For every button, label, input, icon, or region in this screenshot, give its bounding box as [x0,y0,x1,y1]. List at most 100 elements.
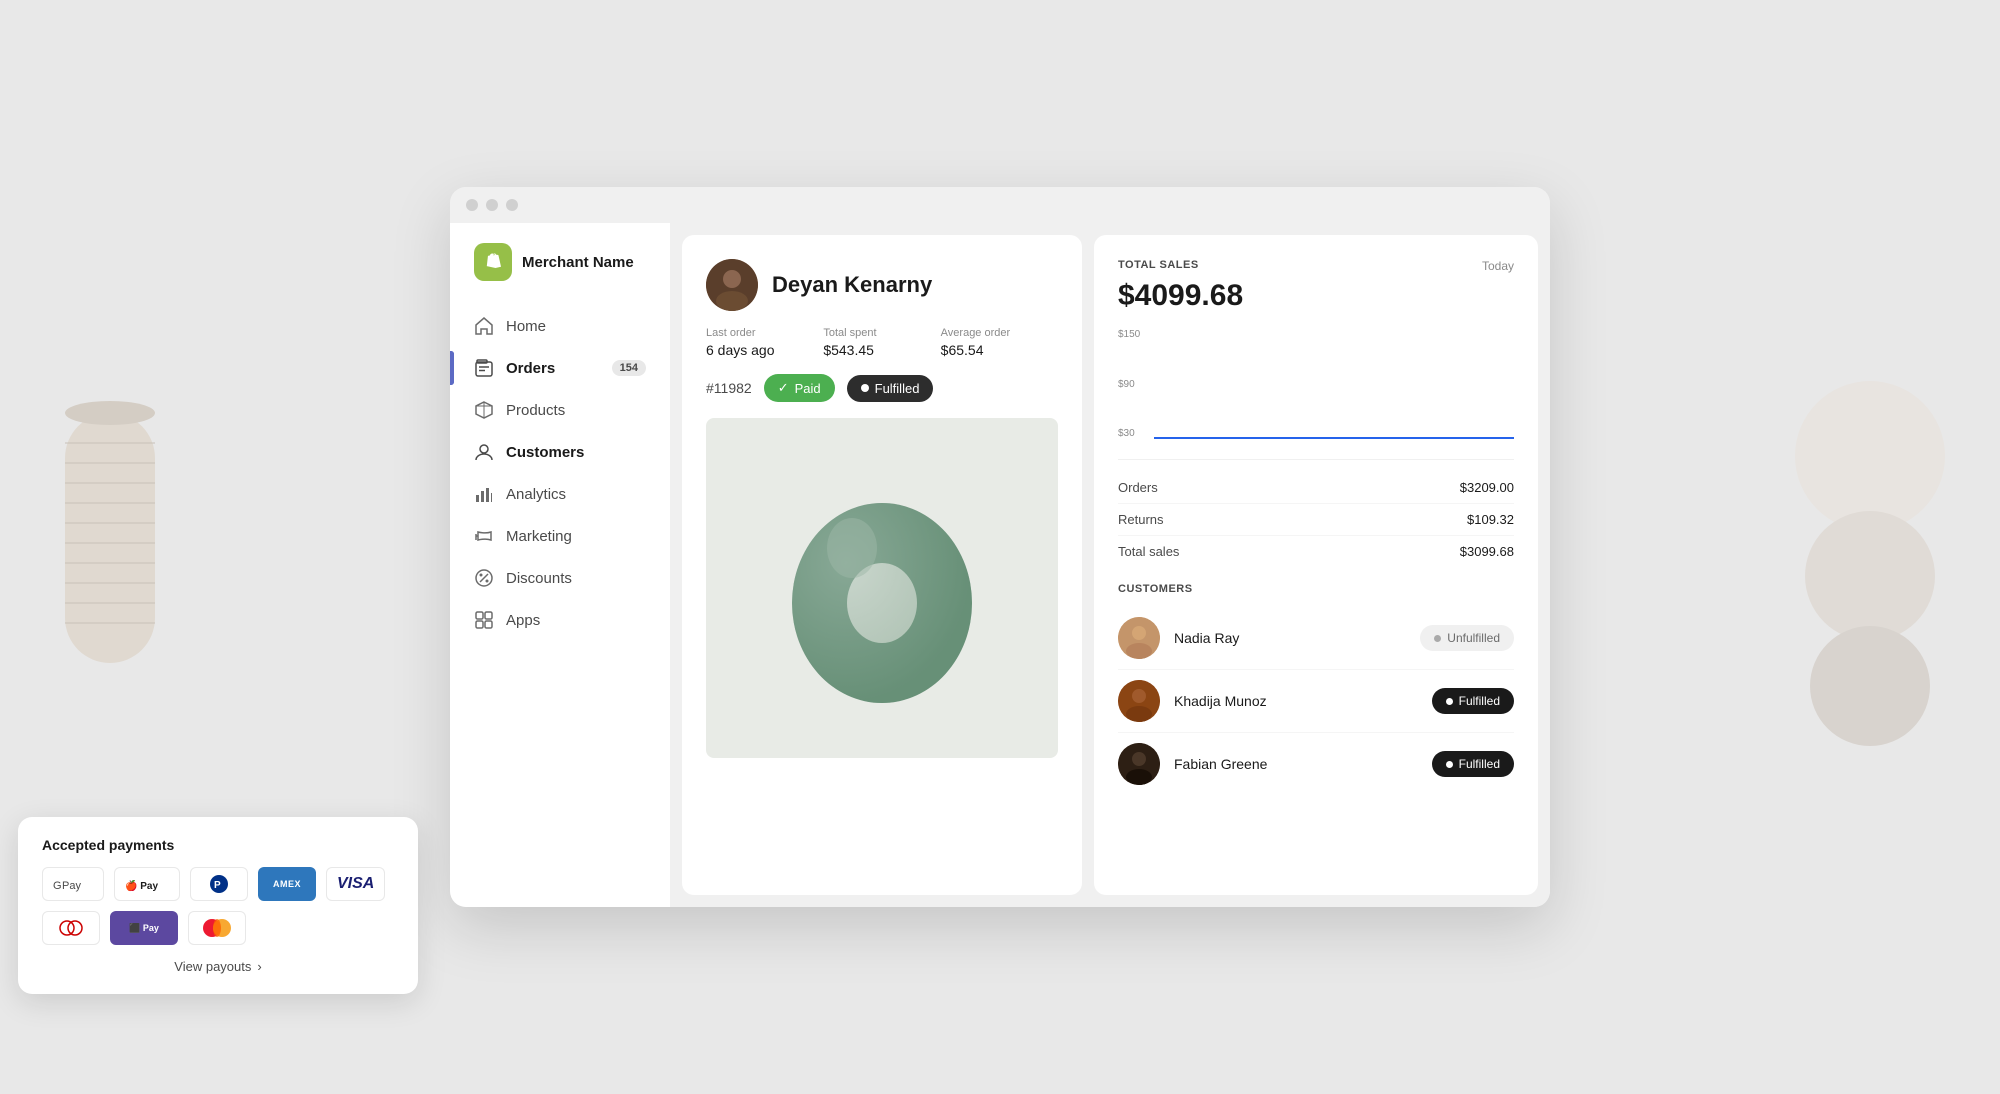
sales-row-total: Total sales $3099.68 [1118,536,1514,567]
total-spent-label: Total spent [823,327,940,339]
orders-label: Orders [1118,480,1158,495]
status-paid-badge[interactable]: ✓ Paid [764,374,835,402]
orders-badge: 154 [612,360,646,376]
sidebar: Merchant Name Home Orders 15 [450,223,670,907]
khadija-fulfillment-badge: Fulfilled [1432,688,1514,714]
total-spent-value: $543.45 [823,342,940,358]
sidebar-item-home-label: Home [506,318,546,335]
order-status-row: #11982 ✓ Paid Fulfilled [706,374,1058,402]
chart-baseline [1154,437,1514,439]
bar-chart: $150 $90 $30 [1118,329,1514,439]
sidebar-nav: Home Orders 154 Products [450,305,670,887]
amex-chip[interactable]: AMEX [258,867,316,901]
last-order-value: 6 days ago [706,342,823,358]
visa-chip[interactable]: VISA [326,867,385,901]
fulfilled-dot [861,384,869,392]
status-fulfilled-label: Fulfilled [875,381,920,396]
avatar-khadija [1118,680,1160,722]
product-vase-image [772,448,992,728]
analytics-icon [474,484,494,504]
total-sales-value: $3099.68 [1460,544,1514,559]
sales-row-orders: Orders $3209.00 [1118,472,1514,504]
svg-text:Pay: Pay [62,880,81,892]
svg-text:G: G [53,880,62,892]
browser-window: Merchant Name Home Orders 15 [450,187,1550,907]
product-image-container [706,418,1058,758]
browser-titlebar [450,187,1550,223]
sidebar-item-discounts[interactable]: Discounts [450,557,670,599]
customers-icon [474,442,494,462]
avg-order-value: $65.54 [941,342,1058,358]
customer-row-fabian[interactable]: Fabian Greene Fulfilled [1118,733,1514,795]
fabian-status: Fulfilled [1459,757,1500,771]
total-sales-label: Total sales [1118,544,1179,559]
customer-row-khadija[interactable]: Khadija Munoz Fulfilled [1118,670,1514,733]
active-indicator [450,351,454,385]
sidebar-item-home[interactable]: Home [450,305,670,347]
analytics-title: TOTAL SALES [1118,259,1199,271]
customers-section-title: CUSTOMERS [1118,583,1514,595]
customer-header: Deyan Kenarny [706,259,1058,311]
last-order-label: Last order [706,327,823,339]
sidebar-item-analytics-label: Analytics [506,486,566,503]
traffic-light-1[interactable] [466,199,478,211]
customer-row-nadia[interactable]: Nadia Ray Unfulfilled [1118,607,1514,670]
customer-avatar [706,259,758,311]
apps-icon [474,610,494,630]
sidebar-item-discounts-label: Discounts [506,570,572,587]
sidebar-item-marketing-label: Marketing [506,528,572,545]
sales-row-returns: Returns $109.32 [1118,504,1514,536]
bg-cylinder [60,393,160,673]
orders-value: $3209.00 [1460,480,1514,495]
shopifypay-chip[interactable]: ⬛ Pay [110,911,178,945]
status-fulfilled-badge[interactable]: Fulfilled [847,375,934,402]
traffic-light-3[interactable] [506,199,518,211]
payments-row-1: GPay 🍎 Pay P AMEX VISA [42,867,394,901]
mastercard-chip[interactable] [188,911,246,945]
sidebar-item-products-label: Products [506,402,565,419]
last-order-stat: Last order 6 days ago [706,327,823,358]
gpay-chip[interactable]: GPay [42,867,104,901]
payments-row-2: ⬛ Pay [42,911,394,945]
analytics-header: TOTAL SALES Today [1118,259,1514,273]
avatar-nadia [1118,617,1160,659]
nadia-status: Unfulfilled [1447,631,1500,645]
returns-value: $109.32 [1467,512,1514,527]
customer-nadia-name: Nadia Ray [1174,630,1406,646]
order-number: #11982 [706,380,752,396]
payments-card-title: Accepted payments [42,837,394,853]
sidebar-item-products[interactable]: Products [450,389,670,431]
applepay-chip[interactable]: 🍎 Pay [114,867,180,901]
total-spent-stat: Total spent $543.45 [823,327,940,358]
sidebar-item-orders[interactable]: Orders 154 [450,347,670,389]
paypal-chip[interactable]: P [190,867,248,901]
sidebar-item-marketing[interactable]: Marketing [450,515,670,557]
khadija-dot [1446,698,1453,705]
order-stats: Last order 6 days ago Total spent $543.4… [706,327,1058,358]
diners-chip[interactable] [42,911,100,945]
fabian-dot [1446,761,1453,768]
merchant-name: Merchant Name [522,254,634,271]
payments-card: Accepted payments GPay 🍎 Pay P AMEX VISA [18,817,418,994]
marketing-icon [474,526,494,546]
sidebar-item-apps[interactable]: Apps [450,599,670,641]
browser-content: Merchant Name Home Orders 15 [450,223,1550,907]
sales-breakdown: Orders $3209.00 Returns $109.32 Total sa… [1118,459,1514,567]
orders-icon [474,358,494,378]
khadija-status: Fulfilled [1459,694,1500,708]
total-sales-amount: $4099.68 [1118,279,1514,313]
sidebar-item-analytics[interactable]: Analytics [450,473,670,515]
customer-avatar-img [706,259,758,311]
fabian-fulfillment-badge: Fulfilled [1432,751,1514,777]
status-paid-label: Paid [795,381,821,396]
sidebar-item-customers[interactable]: Customers [450,431,670,473]
traffic-light-2[interactable] [486,199,498,211]
analytics-card: TOTAL SALES Today $4099.68 $150 $90 $30 [1094,235,1538,895]
customer-list: Nadia Ray Unfulfilled Khad [1118,607,1514,795]
main-content: Deyan Kenarny Last order 6 days ago Tota… [670,223,1550,907]
view-payouts-link[interactable]: View payouts › [42,959,394,974]
sidebar-item-apps-label: Apps [506,612,540,629]
view-payouts-label: View payouts [174,959,251,974]
view-payouts-arrow: › [257,959,261,974]
shopify-logo [474,243,512,281]
